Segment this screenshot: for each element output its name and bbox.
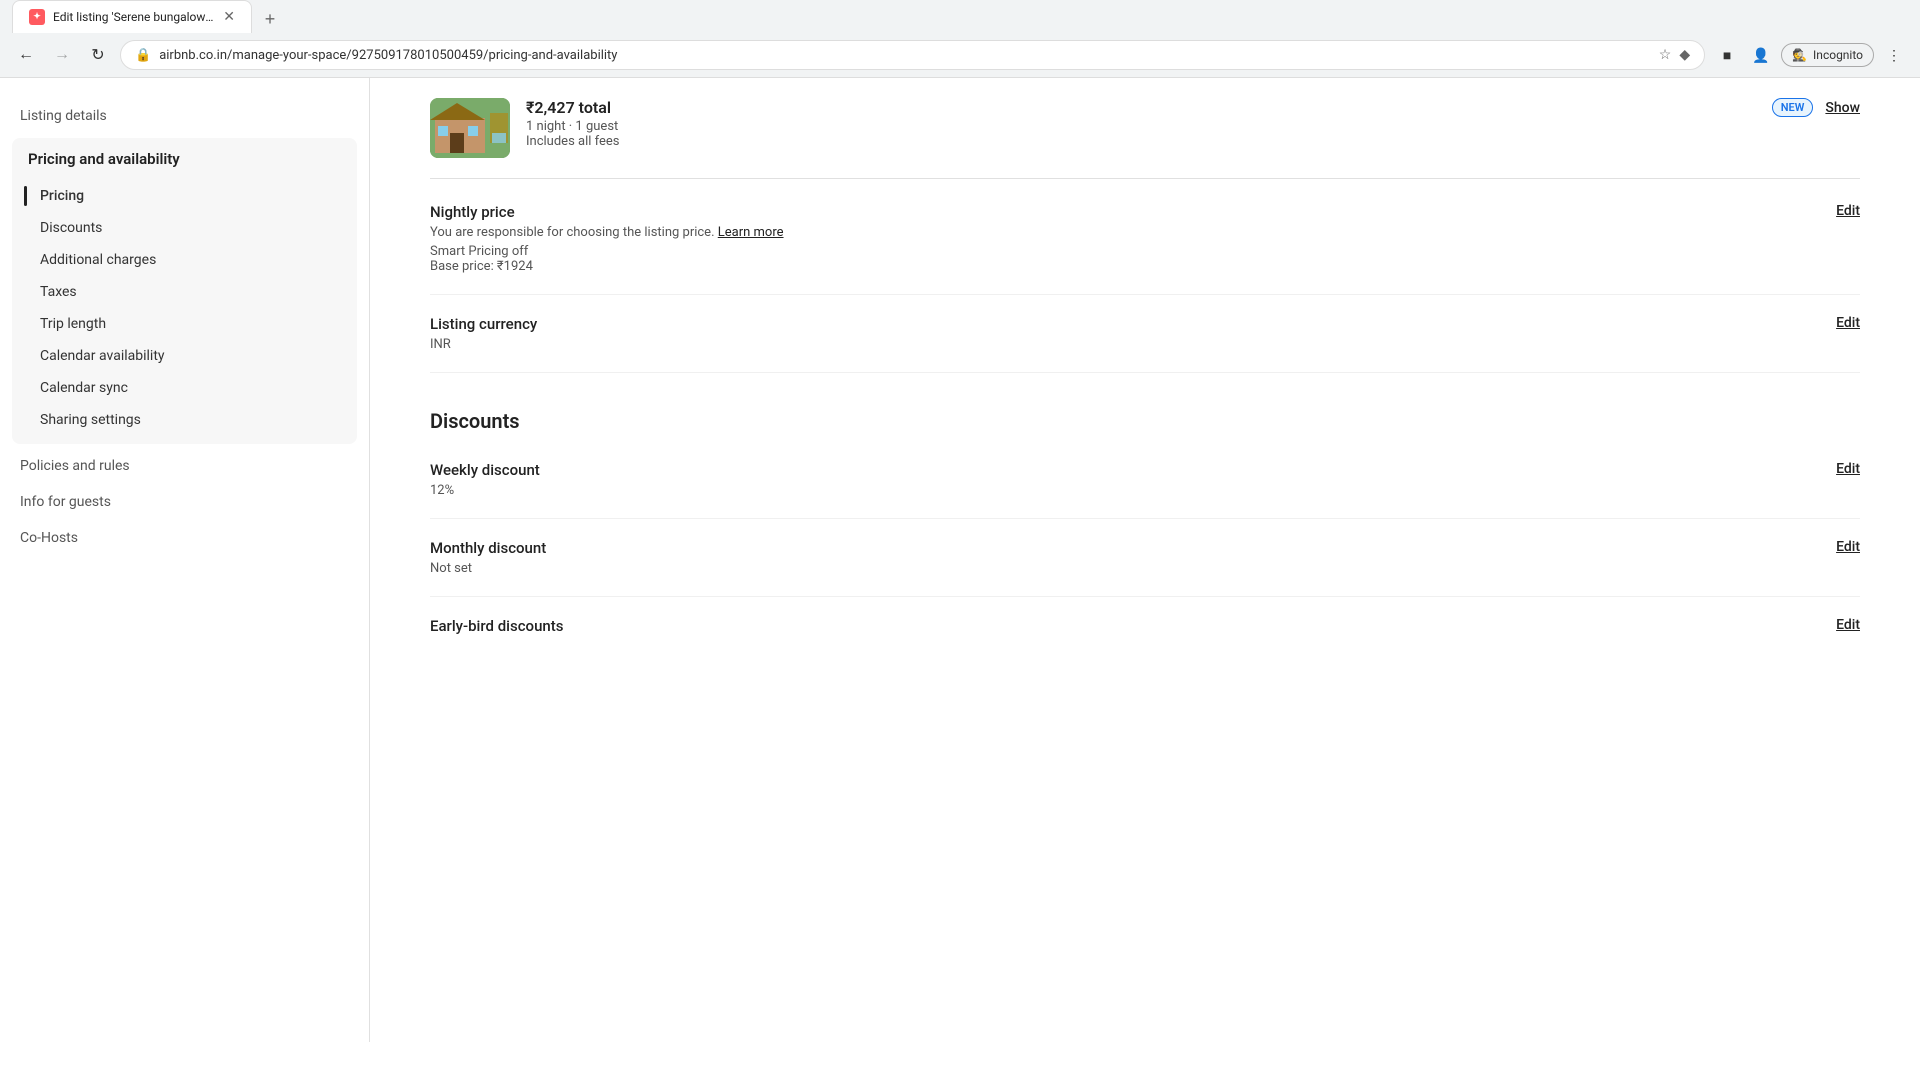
tab-favicon: ✦: [29, 9, 45, 25]
sidebar-subitems: Pricing Discounts Additional charges Tax…: [12, 180, 357, 444]
listing-currency-row: Listing currency INR Edit: [430, 295, 1860, 373]
tab-bar: ✦ Edit listing 'Serene bungalow in c... …: [0, 0, 1920, 33]
preview-right: NEW Show: [1772, 98, 1860, 117]
nightly-price-row: Nightly price You are responsible for ch…: [430, 179, 1860, 295]
address-bar[interactable]: 🔒 airbnb.co.in/manage-your-space/9275091…: [120, 40, 1705, 70]
discounts-section: Discounts Weekly discount 12% Edit Month…: [430, 373, 1860, 683]
sidebar-item-calendar-availability[interactable]: Calendar availability: [12, 340, 357, 372]
tab-close-button[interactable]: ✕: [223, 9, 235, 25]
sidebar-policies-rules[interactable]: Policies and rules: [0, 448, 369, 484]
currency-value: INR: [430, 337, 1820, 352]
address-bar-icons: ☆ ◆: [1659, 47, 1690, 63]
sidebar-co-hosts[interactable]: Co-Hosts: [0, 520, 369, 556]
tab-title: Edit listing 'Serene bungalow in c...: [53, 10, 215, 24]
main-content: ₹2,427 total 1 night · 1 guest Includes …: [370, 78, 1920, 1042]
sidebar-pricing-section: Pricing and availability Pricing Discoun…: [12, 138, 357, 444]
discounts-title: Discounts: [430, 401, 1860, 433]
incognito-icon: 🕵: [1792, 48, 1807, 62]
learn-more-link[interactable]: Learn more: [718, 225, 784, 240]
page-container: Listing details Pricing and availability…: [0, 78, 1920, 1042]
active-tab[interactable]: ✦ Edit listing 'Serene bungalow in c... …: [12, 0, 252, 33]
monthly-discount-info: Monthly discount Not set: [430, 539, 1820, 576]
sidebar-item-taxes[interactable]: Taxes: [12, 276, 357, 308]
forward-button[interactable]: →: [48, 41, 76, 69]
monthly-discount-title: Monthly discount: [430, 539, 1820, 557]
monthly-discount-row: Monthly discount Not set Edit: [430, 519, 1860, 597]
preview-fees: Includes all fees: [526, 134, 620, 149]
preview-listing-image: [430, 98, 510, 158]
reload-button[interactable]: ↻: [84, 41, 112, 69]
weekly-discount-info: Weekly discount 12%: [430, 461, 1820, 498]
early-bird-row: Early-bird discounts Edit: [430, 597, 1860, 655]
sidebar-item-pricing[interactable]: Pricing: [12, 180, 357, 212]
incognito-button[interactable]: 🕵 Incognito: [1781, 43, 1874, 67]
listing-currency-info: Listing currency INR: [430, 315, 1820, 352]
preview-info: ₹2,427 total 1 night · 1 guest Includes …: [526, 98, 620, 149]
browser-actions: ■ 👤 🕵 Incognito ⋮: [1713, 41, 1908, 69]
nightly-price-desc: You are responsible for choosing the lis…: [430, 225, 1820, 240]
incognito-label: Incognito: [1813, 48, 1863, 62]
sidebar-item-discounts[interactable]: Discounts: [12, 212, 357, 244]
show-preview-link[interactable]: Show: [1825, 100, 1860, 116]
preview-left: ₹2,427 total 1 night · 1 guest Includes …: [430, 98, 620, 158]
listing-thumbnail: [430, 98, 510, 158]
preview-nights: 1 night · 1 guest: [526, 119, 620, 134]
new-tab-button[interactable]: +: [256, 5, 284, 33]
star-icon[interactable]: ☆: [1659, 47, 1672, 63]
sidebar-info-guests[interactable]: Info for guests: [0, 484, 369, 520]
profile-button[interactable]: 👤: [1747, 41, 1775, 69]
sidebar-item-additional-charges[interactable]: Additional charges: [12, 244, 357, 276]
address-bar-row: ← → ↻ 🔒 airbnb.co.in/manage-your-space/9…: [0, 33, 1920, 77]
sidebar-item-sharing-settings[interactable]: Sharing settings: [12, 404, 357, 436]
extension-icon[interactable]: ◆: [1679, 47, 1690, 63]
preview-section: ₹2,427 total 1 night · 1 guest Includes …: [430, 78, 1860, 179]
listing-currency-edit-link[interactable]: Edit: [1836, 315, 1860, 331]
nightly-price-edit-link[interactable]: Edit: [1836, 203, 1860, 219]
extensions-button[interactable]: ■: [1713, 41, 1741, 69]
smart-pricing: Smart Pricing off: [430, 244, 1820, 259]
sidebar-item-calendar-sync[interactable]: Calendar sync: [12, 372, 357, 404]
monthly-discount-edit-link[interactable]: Edit: [1836, 539, 1860, 555]
weekly-discount-title: Weekly discount: [430, 461, 1820, 479]
sidebar-listing-details[interactable]: Listing details: [0, 98, 369, 134]
listing-currency-title: Listing currency: [430, 315, 1820, 333]
new-badge: NEW: [1772, 98, 1814, 117]
base-price: Base price: ₹1924: [430, 259, 1820, 274]
weekly-discount-edit-link[interactable]: Edit: [1836, 461, 1860, 477]
monthly-discount-value: Not set: [430, 561, 1820, 576]
menu-button[interactable]: ⋮: [1880, 41, 1908, 69]
sidebar: Listing details Pricing and availability…: [0, 78, 370, 1042]
early-bird-edit-link[interactable]: Edit: [1836, 617, 1860, 633]
early-bird-title: Early-bird discounts: [430, 617, 563, 635]
nightly-price-info: Nightly price You are responsible for ch…: [430, 203, 1820, 274]
sidebar-item-trip-length[interactable]: Trip length: [12, 308, 357, 340]
preview-total-price: ₹2,427 total: [526, 98, 620, 117]
weekly-discount-row: Weekly discount 12% Edit: [430, 441, 1860, 519]
nightly-price-desc-text: You are responsible for choosing the lis…: [430, 225, 715, 240]
sidebar-pricing-availability[interactable]: Pricing and availability: [12, 138, 357, 180]
browser-chrome: ✦ Edit listing 'Serene bungalow in c... …: [0, 0, 1920, 78]
back-button[interactable]: ←: [12, 41, 40, 69]
nightly-price-title: Nightly price: [430, 203, 1820, 221]
url-display: airbnb.co.in/manage-your-space/927509178…: [159, 48, 1651, 63]
weekly-discount-value: 12%: [430, 483, 1820, 498]
